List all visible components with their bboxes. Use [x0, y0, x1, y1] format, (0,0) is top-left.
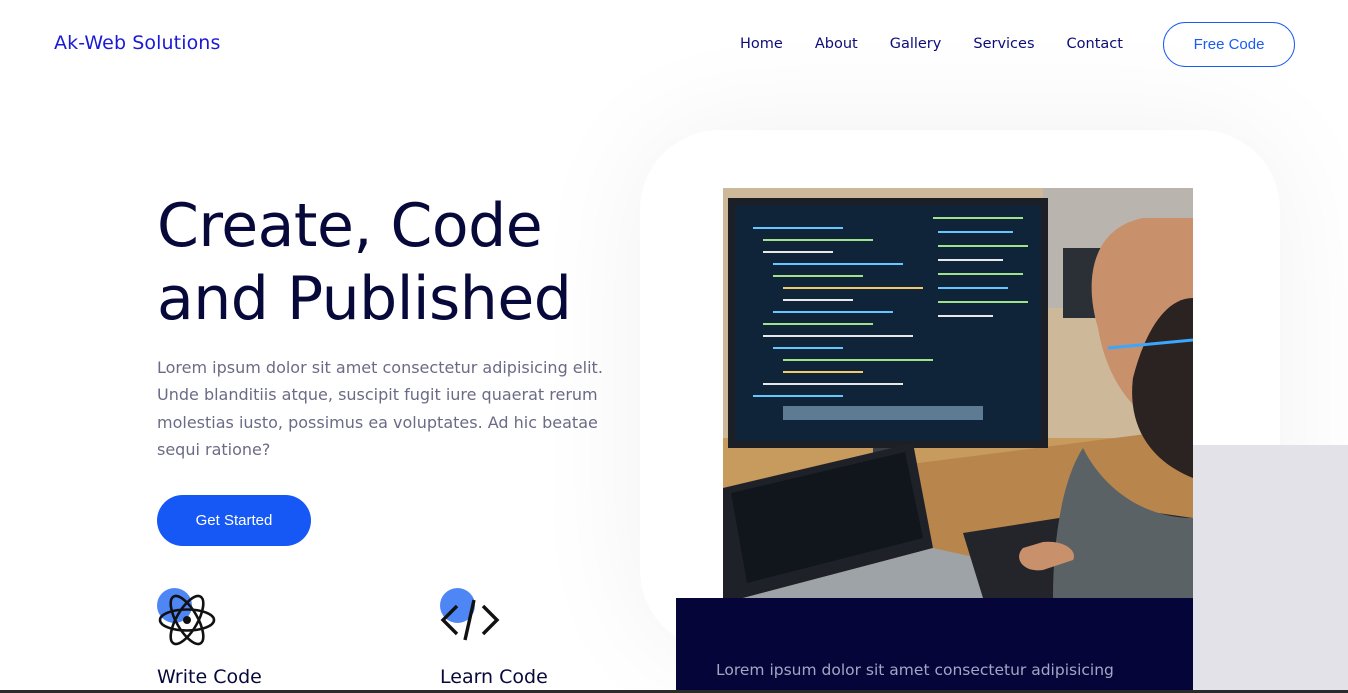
nav-link-home[interactable]: Home [740, 36, 783, 52]
code-brackets-icon [440, 599, 500, 641]
hero-title-line2: and Published [157, 264, 572, 334]
nav-links: Home About Gallery Services Contact [740, 36, 1155, 52]
hero-title: Create, Code and Published [157, 190, 677, 336]
decorative-gray-block [1193, 445, 1348, 693]
info-card: Lorem ipsum dolor sit amet consectetur a… [676, 598, 1193, 693]
hero-photo-illustration [723, 188, 1193, 598]
atom-icon [158, 594, 216, 646]
feature-write-code: Write Code [157, 588, 357, 693]
navbar: Ak-Web Solutions Home About Gallery Serv… [0, 0, 1348, 90]
feature-title: Learn Code [440, 666, 548, 688]
get-started-button[interactable]: Get Started [157, 495, 311, 546]
info-card-text: Lorem ipsum dolor sit amet consectetur a… [716, 661, 1114, 679]
nav-link-contact[interactable]: Contact [1067, 36, 1123, 52]
hero-title-line1: Create, Code [157, 191, 543, 261]
free-code-button[interactable]: Free Code [1163, 22, 1295, 67]
brand-logo[interactable]: Ak-Web Solutions [54, 32, 220, 54]
nav-link-about[interactable]: About [815, 36, 858, 52]
hero-photo-developer [723, 188, 1193, 598]
nav-link-services[interactable]: Services [973, 36, 1034, 52]
nav-link-gallery[interactable]: Gallery [890, 36, 942, 52]
feature-title: Write Code [157, 666, 262, 688]
hero-description: Lorem ipsum dolor sit amet consectetur a… [157, 358, 603, 459]
feature-learn-code: Learn Code [440, 588, 640, 693]
